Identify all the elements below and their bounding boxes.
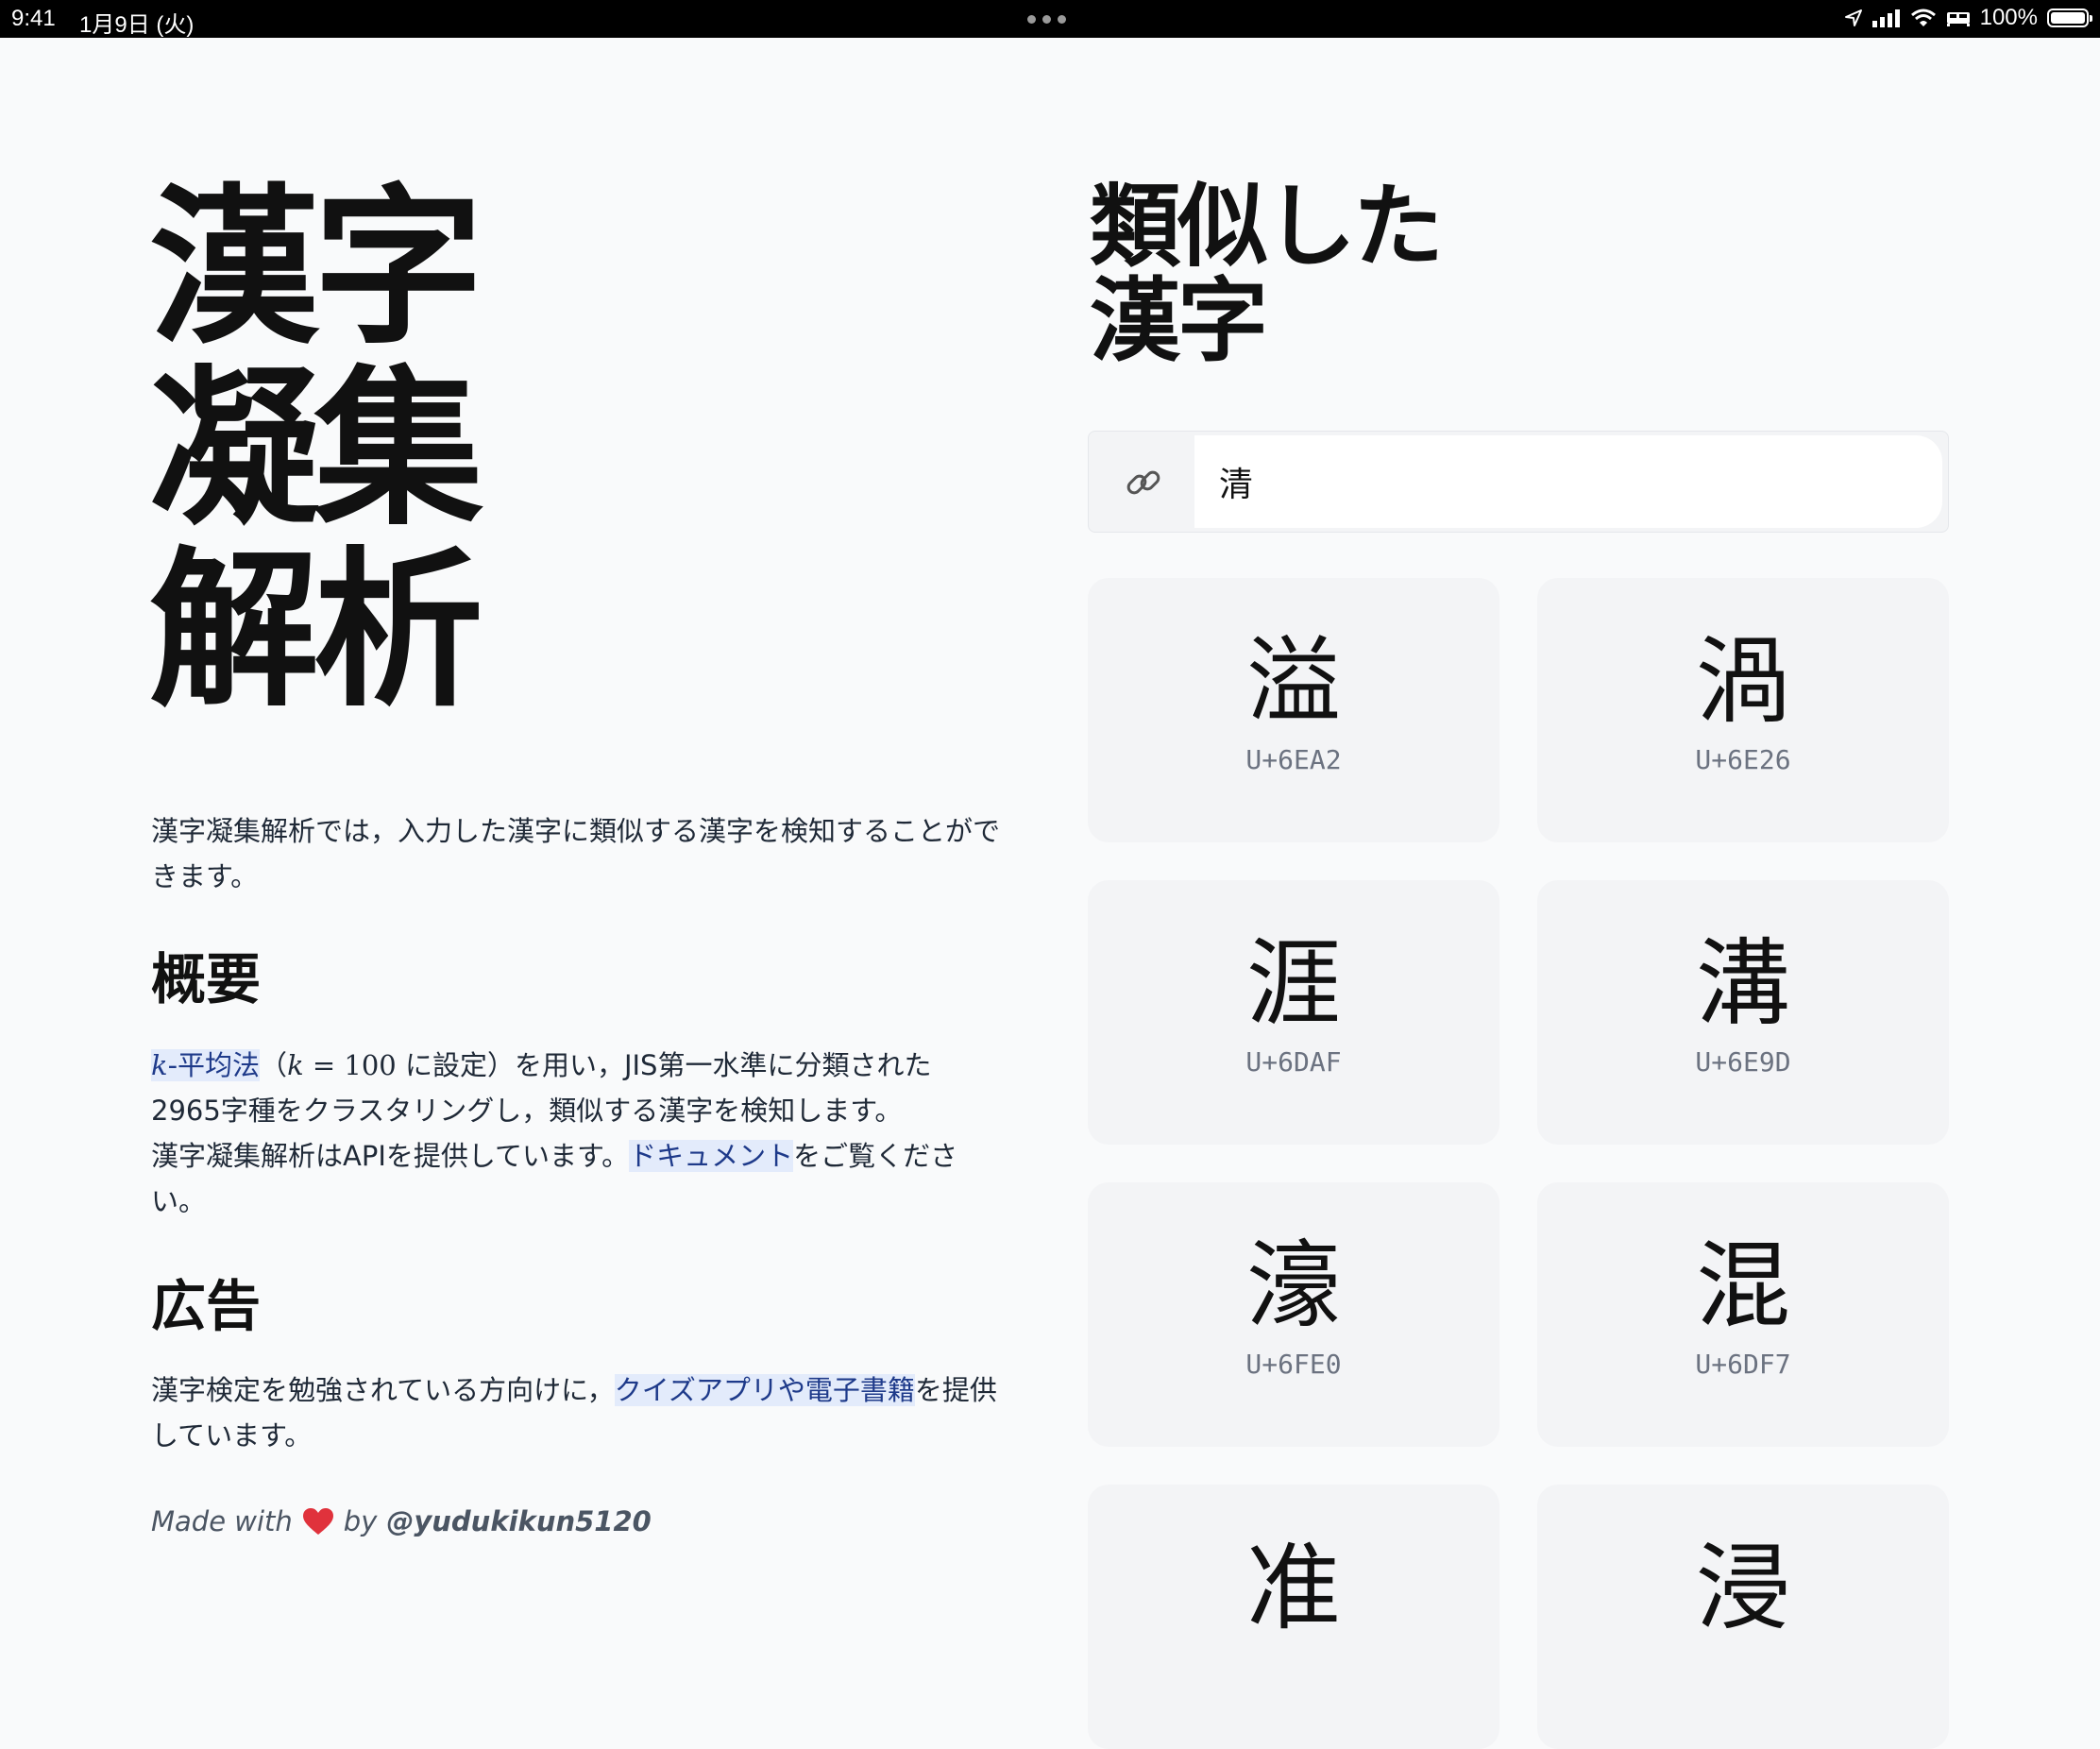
kanji-character: 混 bbox=[1696, 1231, 1790, 1341]
kanji-card[interactable]: 准 bbox=[1088, 1485, 1499, 1749]
footer: Made with by @yudukikun5120 bbox=[151, 1505, 652, 1537]
hero-title: 漢字 凝集 解析 bbox=[149, 178, 546, 722]
status-time: 9:41 bbox=[11, 6, 56, 31]
kanji-codepoint: U+6FE0 bbox=[1245, 1349, 1342, 1380]
documentation-link[interactable]: ドキュメント bbox=[629, 1140, 794, 1172]
link-icon[interactable] bbox=[1125, 464, 1162, 501]
kanji-codepoint: U+6DAF bbox=[1245, 1046, 1342, 1078]
location-icon bbox=[1844, 8, 1863, 27]
multitasking-dots[interactable] bbox=[1027, 15, 1066, 24]
kanji-card[interactable]: 浸 bbox=[1537, 1485, 1949, 1749]
kanji-codepoint: U+6E9D bbox=[1695, 1046, 1791, 1078]
hero-line: 解析 bbox=[149, 531, 483, 730]
kanji-card[interactable]: 溝 U+6E9D bbox=[1537, 880, 1949, 1145]
kanji-input[interactable] bbox=[1194, 435, 1942, 528]
kanji-character: 浸 bbox=[1696, 1533, 1790, 1643]
sleep-mode-icon bbox=[1946, 8, 1971, 27]
kanji-card[interactable]: 混 U+6DF7 bbox=[1537, 1182, 1949, 1447]
quiz-app-link[interactable]: クイズアプリや電子書籍 bbox=[614, 1374, 915, 1406]
battery-percent: 100% bbox=[1979, 5, 2038, 30]
kanji-character: 渦 bbox=[1696, 626, 1790, 737]
kanji-character: 濠 bbox=[1246, 1231, 1341, 1341]
kanji-character: 准 bbox=[1246, 1533, 1341, 1643]
kanji-card[interactable]: 渦 U+6E26 bbox=[1537, 578, 1949, 842]
cellular-signal-icon bbox=[1871, 8, 1901, 27]
status-bar: 9:41 1月9日 (火) 100% bbox=[0, 0, 2100, 38]
kmeans-link[interactable]: k-平均法 bbox=[151, 1049, 261, 1081]
ebook-link[interactable]: 電子書籍 bbox=[805, 1374, 915, 1406]
overview-text: k-平均法（k = 100 に設定）を用い，JIS第一水準に分類された2965字… bbox=[151, 1049, 958, 1217]
ads-text: 漢字検定を勉強されている方向けに，クイズアプリや電子書籍を提供しています。 bbox=[151, 1374, 997, 1452]
intro-text: 漢字凝集解析では，入力した漢字に類似する漢字を検知することができます。 bbox=[151, 815, 1001, 892]
ads-heading: 広告 bbox=[151, 1274, 262, 1338]
kanji-character: 涯 bbox=[1246, 928, 1341, 1039]
heart-icon bbox=[302, 1507, 334, 1536]
kanji-codepoint: U+6DF7 bbox=[1695, 1349, 1791, 1380]
similar-title: 類似した 漢字 bbox=[1090, 173, 1444, 374]
hero-line: 凝集 bbox=[149, 349, 483, 549]
battery-icon bbox=[2047, 8, 2092, 27]
overview-heading: 概要 bbox=[151, 947, 262, 1011]
kanji-search-box bbox=[1088, 431, 1949, 533]
author-link[interactable]: @yudukikun5120 bbox=[386, 1505, 651, 1537]
wifi-icon bbox=[1910, 8, 1937, 27]
kanji-character: 溢 bbox=[1246, 626, 1341, 737]
hero-line: 漢字 bbox=[149, 168, 483, 367]
kanji-card[interactable]: 濠 U+6FE0 bbox=[1088, 1182, 1499, 1447]
kanji-codepoint: U+6E26 bbox=[1695, 744, 1791, 775]
kanji-card[interactable]: 涯 U+6DAF bbox=[1088, 880, 1499, 1145]
status-date: 1月9日 (火) bbox=[79, 12, 195, 38]
kanji-character: 溝 bbox=[1696, 928, 1790, 1039]
kanji-card[interactable]: 溢 U+6EA2 bbox=[1088, 578, 1499, 842]
kanji-codepoint: U+6EA2 bbox=[1245, 744, 1342, 775]
